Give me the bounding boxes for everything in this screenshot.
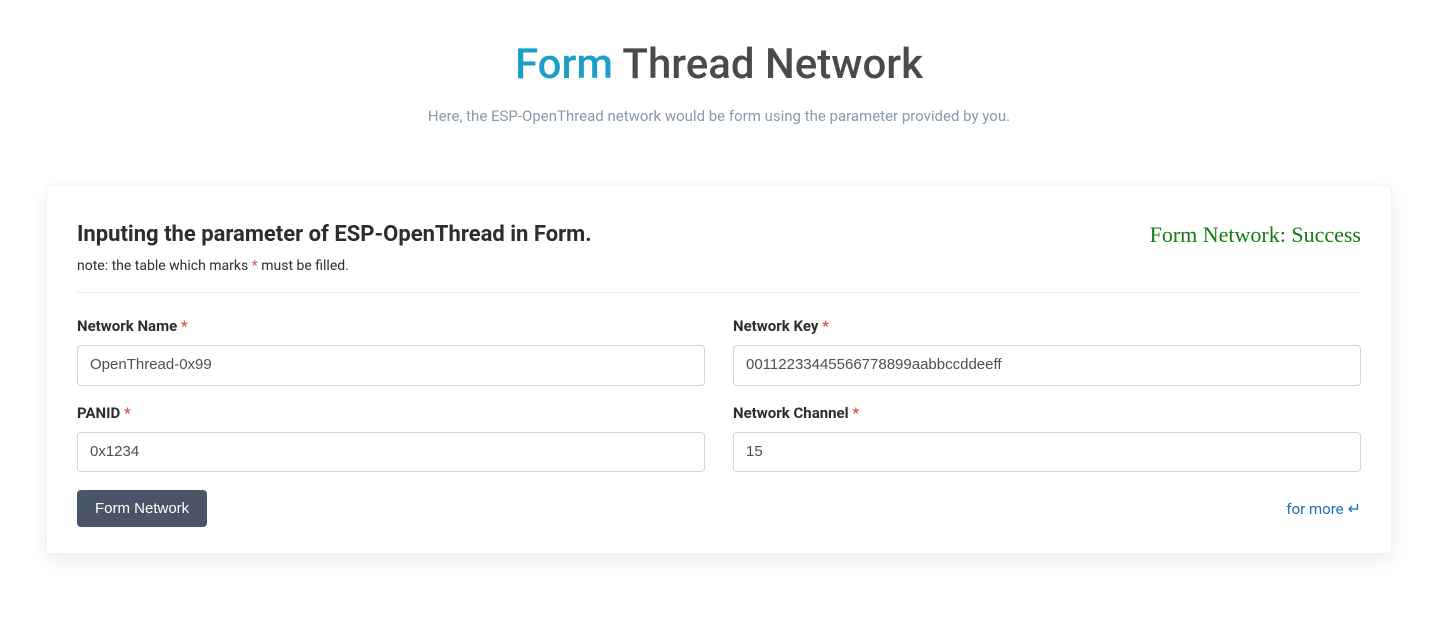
required-mark: * [181,317,188,335]
divider [77,292,1361,293]
label-text: Network Channel [733,404,849,422]
page-title: Form Thread Network [20,40,1418,89]
more-link-text: for more [1286,500,1343,518]
network-name-group: Network Name * [77,317,705,386]
network-key-label: Network Key * [733,317,1361,335]
note-text: note: the table which marks * must be fi… [77,258,1361,274]
network-key-input[interactable] [733,345,1361,386]
page-subtitle: Here, the ESP-OpenThread network would b… [20,107,1418,125]
required-mark: * [822,317,829,335]
panid-input[interactable] [77,432,705,473]
actions-row: Form Network for more ↵ [77,490,1361,527]
network-name-label: Network Name * [77,317,705,335]
return-icon: ↵ [1348,499,1361,518]
network-channel-label: Network Channel * [733,404,1361,422]
network-channel-input[interactable] [733,432,1361,473]
label-text: PANID [77,404,120,422]
note-suffix: must be filled. [258,258,349,274]
card-header-row: Inputing the parameter of ESP-OpenThread… [77,222,1361,248]
network-channel-group: Network Channel * [733,404,1361,473]
status-text: Form Network: Success [1150,222,1361,248]
page-title-highlight: Form [515,40,613,89]
label-text: Network Name [77,317,177,335]
for-more-link[interactable]: for more ↵ [1286,499,1361,518]
required-mark: * [852,404,859,422]
panid-group: PANID * [77,404,705,473]
form-grid: Network Name * Network Key * PANID * Net… [77,317,1361,472]
network-key-group: Network Key * [733,317,1361,386]
required-mark: * [124,404,131,422]
form-card: Inputing the parameter of ESP-OpenThread… [46,185,1392,554]
card-title: Inputing the parameter of ESP-OpenThread… [77,222,592,247]
page-title-rest: Thread Network [613,40,923,89]
note-prefix: note: the table which marks [77,258,252,274]
page-header: Form Thread Network Here, the ESP-OpenTh… [0,0,1438,155]
form-network-button[interactable]: Form Network [77,490,207,527]
network-name-input[interactable] [77,345,705,386]
panid-label: PANID * [77,404,705,422]
label-text: Network Key [733,317,818,335]
